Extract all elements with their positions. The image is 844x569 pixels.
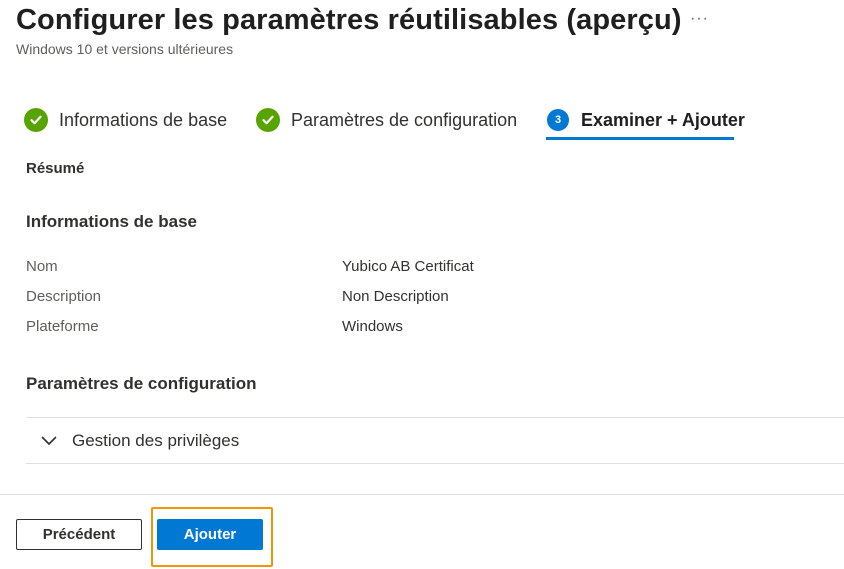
config-section-title: Paramètres de configuration	[26, 374, 257, 393]
step-label: Informations de base	[59, 109, 228, 130]
step-informations-de-base[interactable]: Informations de base	[24, 104, 227, 136]
accordion-gestion-des-privileges[interactable]: Gestion des privilèges	[26, 417, 844, 464]
basics-section-title: Informations de base	[26, 212, 197, 231]
step-label: Examiner + Ajouter	[581, 109, 745, 130]
basics-value-name: Yubico AB Certificat	[342, 258, 474, 275]
active-step-indicator	[546, 137, 734, 140]
title-row: Configurer les paramètres réutilisables …	[16, 4, 682, 37]
step-number-badge: 3	[547, 109, 569, 131]
summary-heading: Résumé	[26, 160, 85, 177]
basics-key-name: Nom	[26, 258, 58, 275]
accordion-label: Gestion des privilèges	[72, 430, 240, 450]
basics-key-platform: Plateforme	[26, 318, 99, 335]
basics-value-platform: Windows	[342, 318, 403, 335]
footer-divider	[0, 494, 844, 495]
page-title: Configurer les paramètres réutilisables …	[16, 4, 682, 36]
checkmark-icon	[256, 108, 280, 132]
basics-key-description: Description	[26, 288, 102, 305]
step-examiner-ajouter[interactable]: 3 Examiner + Ajouter	[547, 104, 745, 136]
more-options-button[interactable]: ···	[690, 10, 709, 28]
checkmark-icon	[24, 108, 48, 132]
step-label: Paramètres de configuration	[291, 109, 518, 130]
add-button[interactable]: Ajouter	[157, 519, 263, 550]
chevron-down-icon	[40, 432, 58, 450]
previous-button[interactable]: Précédent	[16, 519, 142, 550]
basics-value-description: Non Description	[342, 288, 449, 305]
page-subtitle: Windows 10 et versions ultérieures	[16, 41, 234, 57]
step-parametres-de-configuration[interactable]: Paramètres de configuration	[256, 104, 517, 136]
